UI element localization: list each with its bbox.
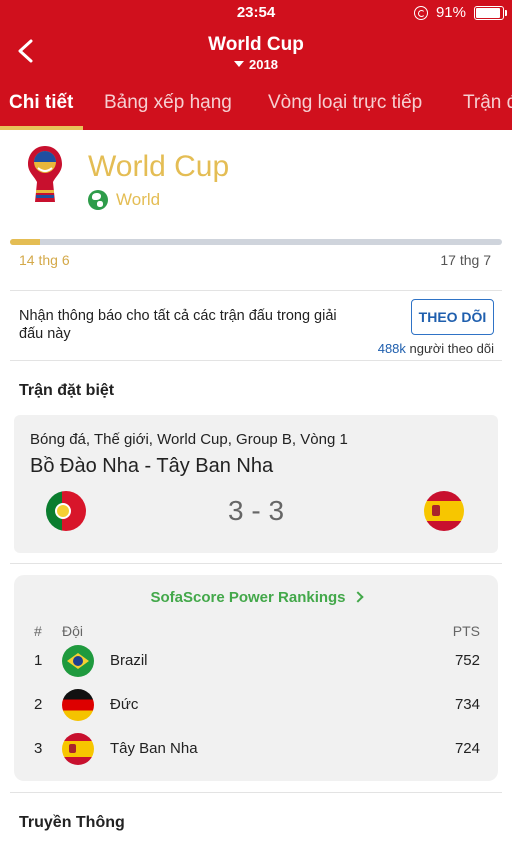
rank-points: 724 [454, 740, 480, 757]
follower-count: 488k người theo dõi [378, 341, 494, 356]
league-name: World Cup [88, 150, 230, 183]
rank-col-team: Đội [62, 623, 84, 639]
rank-team: Đức [110, 696, 139, 713]
season-selector[interactable]: 2018 [0, 57, 512, 72]
power-rankings-link[interactable]: SofaScore Power Rankings [14, 589, 498, 606]
rank-team: Brazil [110, 652, 148, 669]
follower-count-value: 488k [377, 341, 406, 356]
match-teams: Bồ Đào Nha - Tây Ban Nha [30, 455, 274, 477]
region-label: World [116, 190, 161, 209]
ranking-row[interactable]: 3 Tây Ban Nha 724 [14, 727, 498, 771]
rank-team: Tây Ban Nha [110, 740, 198, 757]
season-end-date: 17 thg 7 [440, 252, 491, 268]
rank-points: 752 [454, 652, 480, 669]
tab-matches[interactable]: Trận đ [463, 92, 512, 114]
status-bar: 23:54 91% [0, 0, 512, 26]
chevron-right-icon [351, 591, 364, 603]
rank-points: 734 [454, 696, 480, 713]
power-rankings-title: SofaScore Power Rankings [150, 589, 346, 606]
page-title: World Cup [208, 34, 304, 55]
rotation-lock-icon [413, 5, 428, 20]
follower-count-suffix: người theo dõi [409, 341, 494, 356]
rank-position: 2 [34, 696, 43, 713]
spain-flag-icon [62, 733, 94, 765]
spain-flag-icon [424, 491, 464, 531]
dropdown-caret-icon [234, 61, 245, 67]
rank-position: 3 [34, 740, 43, 757]
world-cup-logo [28, 146, 62, 202]
season-progress-bar [10, 239, 502, 245]
match-meta: Bóng đá, Thế giới, World Cup, Group B, V… [30, 431, 348, 448]
germany-flag-icon [62, 689, 94, 721]
status-right: 91% [413, 4, 507, 21]
season-label: 2018 [249, 57, 278, 72]
season-start-date: 14 thg 6 [19, 252, 70, 268]
globe-icon [88, 190, 108, 210]
divider [10, 290, 502, 291]
rank-position: 1 [34, 652, 43, 669]
tab-bar: Chi tiết Bảng xếp hạng Vòng loại trực ti… [0, 78, 512, 130]
tab-standings[interactable]: Bảng xếp hạng [104, 92, 232, 114]
tab-details[interactable]: Chi tiết [9, 92, 73, 114]
power-rankings-card: SofaScore Power Rankings # Đội PTS 1 Bra… [14, 575, 498, 781]
rank-col-points: PTS [452, 623, 480, 639]
special-match-card[interactable]: Bóng đá, Thế giới, World Cup, Group B, V… [14, 415, 498, 553]
season-progress-fill [10, 239, 40, 245]
media-section-title: Truyền Thông [19, 814, 125, 831]
special-match-title: Trận đặt biệt [19, 382, 115, 399]
divider [10, 360, 502, 361]
divider [10, 792, 502, 793]
follow-button[interactable]: THEO DÕI [411, 299, 494, 335]
league-region[interactable]: World [88, 190, 160, 210]
battery-percent: 91% [435, 4, 466, 21]
rank-col-position: # [34, 623, 42, 639]
brazil-flag-icon [62, 645, 94, 677]
tab-knockout[interactable]: Vòng loại trực tiếp [268, 92, 422, 114]
ranking-row[interactable]: 1 Brazil 752 [14, 639, 498, 683]
battery-icon [474, 5, 507, 20]
app-bar: World Cup 2018 [0, 26, 512, 78]
ranking-row[interactable]: 2 Đức 734 [14, 683, 498, 727]
notify-message: Nhận thông báo cho tất cả các trận đấu t… [19, 308, 337, 342]
league-header: World Cup World [0, 130, 512, 230]
divider [10, 563, 502, 564]
